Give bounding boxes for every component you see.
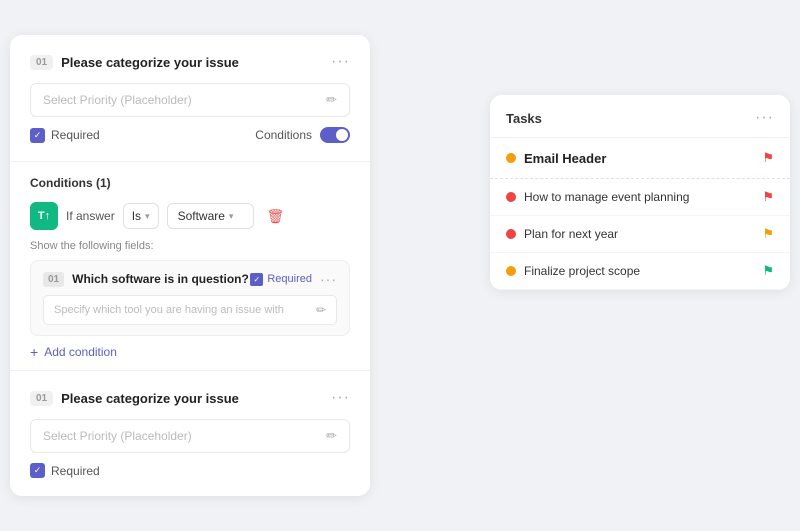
task-dot-0: [506, 192, 516, 202]
tasks-panel: Tasks ··· Email Header ⚑ How to manage e…: [490, 95, 790, 290]
section-title-row-2: 01 Please categorize your issue: [30, 391, 239, 406]
task-title-2: Finalize project scope: [524, 264, 640, 278]
nested-field-input[interactable]: Specify which tool you are having an iss…: [43, 295, 337, 325]
priority-placeholder: Select Priority (Placeholder): [43, 93, 192, 107]
step-badge-1: 01: [30, 55, 53, 70]
nested-field-1: 01 Which software is in question? Requir…: [30, 260, 350, 336]
show-fields-label: Show the following fields:: [30, 240, 350, 252]
section-header-1: 01 Please categorize your issue ···: [30, 53, 350, 71]
task-item-left-1: Plan for next year: [506, 227, 618, 241]
main-container: 01 Please categorize your issue ··· Sele…: [10, 35, 790, 496]
nested-more-menu[interactable]: ···: [320, 271, 337, 287]
task-item-0[interactable]: How to manage event planning ⚑: [490, 179, 790, 216]
required-label-2: Required: [51, 464, 100, 478]
conditions-title: Conditions (1): [30, 176, 350, 190]
required-left-2: Required: [30, 463, 350, 478]
nested-field-left: 01 Which software is in question?: [43, 272, 249, 287]
condition-value: Software: [178, 209, 225, 223]
condition-value-select[interactable]: Software ▾: [167, 203, 255, 229]
tasks-more-menu[interactable]: ···: [755, 109, 774, 127]
task-item-left-2: Finalize project scope: [506, 264, 640, 278]
section1-more-menu[interactable]: ···: [331, 53, 350, 71]
section2-more-menu[interactable]: ···: [331, 389, 350, 407]
nested-required-checkbox[interactable]: [250, 273, 263, 286]
operator-chevron-icon: ▾: [145, 211, 150, 222]
form-section-1: 01 Please categorize your issue ··· Sele…: [10, 35, 370, 162]
conditions-toggle[interactable]: [320, 127, 350, 143]
required-checkbox-2[interactable]: [30, 463, 45, 478]
task-title-0: How to manage event planning: [524, 190, 689, 204]
conditions-toggle-row: Conditions: [255, 127, 350, 143]
nested-field-header: 01 Which software is in question? Requir…: [43, 271, 337, 287]
email-header-item[interactable]: Email Header ⚑: [490, 138, 790, 179]
nested-step-badge: 01: [43, 272, 64, 287]
task-flag-icon-1: ⚑: [762, 226, 774, 242]
task-item-2[interactable]: Finalize project scope ⚑: [490, 253, 790, 290]
section-title-1: Please categorize your issue: [61, 55, 239, 70]
required-label-1: Required: [51, 128, 100, 142]
priority-edit-icon-2: ✏: [326, 428, 337, 444]
add-condition-label: Add condition: [44, 345, 117, 359]
nested-field-title: Which software is in question?: [72, 272, 249, 286]
section-header-2: 01 Please categorize your issue ···: [30, 389, 350, 407]
required-row-1: Required Conditions: [30, 127, 350, 143]
priority-select-2[interactable]: Select Priority (Placeholder) ✏: [30, 419, 350, 453]
step-badge-2: 01: [30, 391, 53, 406]
task-title-1: Plan for next year: [524, 227, 618, 241]
required-checkbox-1[interactable]: [30, 128, 45, 143]
section-title-row-1: 01 Please categorize your issue: [30, 55, 239, 70]
required-left-1: Required: [30, 128, 100, 143]
add-condition-button[interactable]: + Add condition: [30, 344, 350, 360]
condition-icon-label: T↑: [38, 210, 50, 222]
nested-field-right: Required ···: [250, 271, 337, 287]
priority-select[interactable]: Select Priority (Placeholder) ✏: [30, 83, 350, 117]
task-item-left-0: How to manage event planning: [506, 190, 689, 204]
task-flag-icon-0: ⚑: [762, 189, 774, 205]
condition-type-icon: T↑: [30, 202, 58, 230]
email-header-flag-icon: ⚑: [762, 150, 774, 166]
email-header-left: Email Header: [506, 151, 606, 166]
task-dot-1: [506, 229, 516, 239]
tasks-title: Tasks: [506, 111, 542, 126]
tasks-header: Tasks ···: [490, 95, 790, 138]
nested-input-placeholder: Specify which tool you are having an iss…: [54, 304, 284, 316]
email-header-title: Email Header: [524, 151, 606, 166]
if-answer-label: If answer: [66, 209, 115, 223]
nested-required-badge: Required: [250, 273, 312, 286]
form-section-2: 01 Please categorize your issue ··· Sele…: [10, 371, 370, 496]
condition-operator-select[interactable]: Is ▾: [123, 203, 159, 229]
priority-edit-icon: ✏: [326, 92, 337, 108]
delete-condition-button[interactable]: 🗑: [262, 204, 288, 229]
priority-placeholder-2: Select Priority (Placeholder): [43, 429, 192, 443]
nested-edit-icon: ✏: [316, 303, 326, 317]
task-dot-2: [506, 266, 516, 276]
value-chevron-icon: ▾: [229, 211, 234, 222]
form-panel: 01 Please categorize your issue ··· Sele…: [10, 35, 370, 496]
section-title-2: Please categorize your issue: [61, 391, 239, 406]
conditions-section: Conditions (1) T↑ If answer Is ▾ Softwar…: [10, 162, 370, 371]
task-flag-icon-2: ⚑: [762, 263, 774, 279]
add-condition-icon: +: [30, 344, 38, 360]
task-item-1[interactable]: Plan for next year ⚑: [490, 216, 790, 253]
email-header-dot: [506, 153, 516, 163]
condition-operator-value: Is: [132, 209, 141, 223]
nested-required-label: Required: [267, 273, 312, 285]
conditions-label: Conditions: [255, 128, 312, 142]
condition-row-1: T↑ If answer Is ▾ Software ▾ 🗑: [30, 202, 350, 230]
